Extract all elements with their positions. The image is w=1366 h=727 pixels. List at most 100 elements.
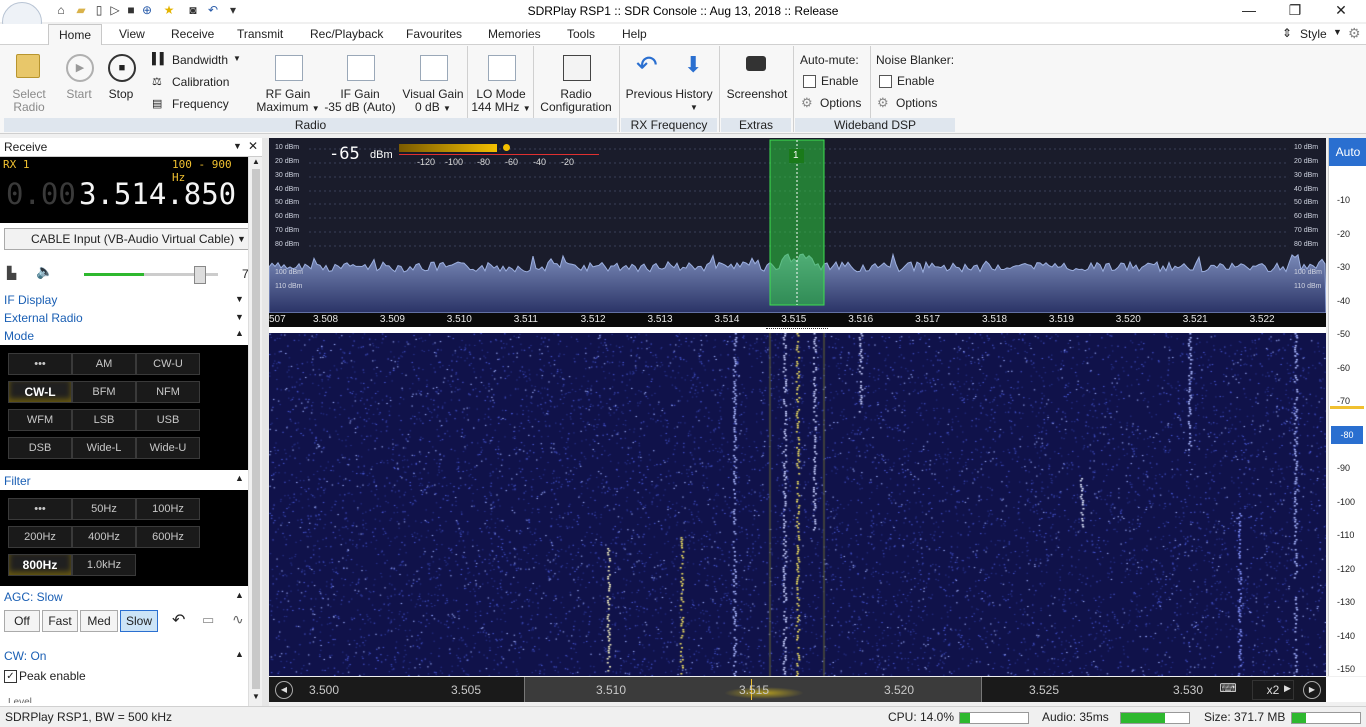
minimize-button[interactable]: — — [1234, 2, 1264, 18]
restore-button[interactable]: ❐ — [1280, 2, 1310, 19]
tab-favourites[interactable]: Favourites — [406, 27, 462, 41]
filter-100hz-button[interactable]: 100Hz — [136, 498, 200, 520]
chevron-up-icon[interactable]: ▲ — [235, 328, 244, 338]
mode-cw-l-button[interactable]: CW-L — [8, 381, 72, 403]
previous-button[interactable]: ↶ Previous — [624, 50, 674, 102]
chevron-down-icon[interactable]: ▼ — [235, 294, 244, 304]
calibration-button[interactable]: ⚖ Calibration — [152, 75, 242, 91]
speaker-icon[interactable]: 🔈 — [36, 263, 53, 280]
mode-more-button[interactable]: ••• — [8, 353, 72, 375]
lo-mode-button[interactable]: LO Mode 144 MHz ▼ — [470, 52, 532, 114]
radio-configuration-button[interactable]: Radio Configuration — [536, 52, 616, 114]
stop-button[interactable]: ■ Stop — [104, 52, 138, 102]
auto-button[interactable]: Auto — [1329, 138, 1366, 166]
level-selected[interactable]: -80 — [1331, 426, 1363, 444]
panel-dropdown-icon[interactable]: ▼ — [233, 141, 242, 151]
cw-section[interactable]: CW: On — [0, 648, 248, 665]
mode-section[interactable]: Mode — [0, 328, 248, 345]
filter-800hz-button[interactable]: 800Hz — [8, 554, 72, 576]
mode-wide-l-button[interactable]: Wide-L — [72, 437, 136, 459]
frequency-display[interactable]: RX 1 100 - 900 Hz 0.00 3.514.850 — [0, 157, 248, 223]
scroll-down-icon[interactable]: ▼ — [252, 692, 260, 701]
style-arrows-icon[interactable]: ⇕ — [1282, 26, 1292, 40]
filter-1khz-button[interactable]: 1.0kHz — [72, 554, 136, 576]
equalizer-icon[interactable]: ▙ — [7, 266, 16, 280]
filter-200hz-button[interactable]: 200Hz — [8, 526, 72, 548]
scroll-right-icon[interactable]: ▶ — [1303, 681, 1321, 699]
mode-wfm-button[interactable]: WFM — [8, 409, 72, 431]
keyboard-icon[interactable]: ⌨ — [1217, 681, 1239, 697]
mode-usb-button[interactable]: USB — [136, 409, 200, 431]
tab-rec-playback[interactable]: Rec/Playback — [310, 27, 383, 41]
if-display-section[interactable]: IF Display — [0, 292, 248, 309]
chart-icon[interactable]: ∿ — [232, 611, 244, 628]
tab-home[interactable]: Home — [48, 24, 103, 47]
mode-bfm-button[interactable]: BFM — [72, 381, 136, 403]
undo-icon[interactable]: ↶ — [172, 610, 185, 630]
tab-memories[interactable]: Memories — [488, 27, 541, 41]
bandwidth-button[interactable]: ▌▌ Bandwidth ▼ — [152, 53, 242, 69]
tab-receive[interactable]: Receive — [171, 27, 214, 41]
mode-nfm-button[interactable]: NFM — [136, 381, 200, 403]
mode-dsb-button[interactable]: DSB — [8, 437, 72, 459]
visual-gain-button[interactable]: Visual Gain 0 dB ▼ — [400, 52, 466, 114]
audio-input-select[interactable]: CABLE Input (VB-Audio Virtual Cable) ▼ — [4, 228, 250, 250]
start-button[interactable]: ▶ Start — [62, 52, 96, 102]
frequency-button[interactable]: ▤ Frequency — [152, 97, 242, 113]
mode-cw-u-button[interactable]: CW-U — [136, 353, 200, 375]
external-radio-section[interactable]: External Radio — [0, 310, 248, 327]
screenshot-button[interactable]: Screenshot — [724, 52, 790, 102]
left-panel-scrollbar[interactable]: ▲ ▼ — [248, 157, 263, 706]
filter-section[interactable]: Filter — [0, 473, 248, 490]
frequency-axis[interactable]: 507 3.508 3.509 3.510 3.511 3.512 3.513 3.514 3.… — [269, 313, 1326, 327]
select-radio-button[interactable]: Select Radio — [8, 52, 50, 114]
scroll-up-icon[interactable]: ▲ — [252, 157, 260, 166]
agc-slow-button[interactable]: Slow — [120, 610, 158, 632]
if-gain-button[interactable]: IF Gain -35 dB (Auto) ▼ — [320, 52, 400, 126]
style-menu[interactable]: Style — [1300, 27, 1327, 41]
peak-enable-checkbox[interactable]: ✓ — [4, 670, 17, 683]
filter-50hz-button[interactable]: 50Hz — [72, 498, 136, 520]
scrollbar-thumb[interactable] — [252, 169, 260, 689]
tab-view[interactable]: View — [119, 27, 145, 41]
band-navigator[interactable]: ◀ 3.500 3.505 3.510 3.515 3.520 3.525 3.530 ⌨ … — [269, 677, 1326, 702]
tab-help[interactable]: Help — [622, 27, 647, 41]
close-button[interactable]: ✕ — [1326, 2, 1356, 19]
mode-lsb-button[interactable]: LSB — [72, 409, 136, 431]
agc-settings-icon[interactable]: ▭ — [202, 612, 214, 628]
waterfall-display[interactable] — [269, 333, 1326, 676]
filter-400hz-button[interactable]: 400Hz — [72, 526, 136, 548]
noise-blanker-options-button[interactable]: Options — [896, 96, 937, 110]
chevron-down-icon[interactable]: ▼ — [235, 312, 244, 322]
rf-gain-button[interactable]: RF Gain Maximum ▼ — [256, 52, 320, 114]
agc-fast-button[interactable]: Fast — [42, 610, 78, 632]
mode-wide-u-button[interactable]: Wide-U — [136, 437, 200, 459]
spectrum-display[interactable]: 1 10 dBm 10 dBm 20 dBm 20 dBm 30 dBm 30 dBm 40… — [269, 138, 1326, 313]
frequency-value: 3.514.850 — [79, 177, 237, 211]
tab-transmit[interactable]: Transmit — [237, 27, 283, 41]
zoom-next-icon[interactable]: ▶ — [1284, 683, 1291, 694]
chevron-up-icon[interactable]: ▲ — [235, 473, 244, 483]
volume-slider[interactable] — [84, 266, 218, 284]
filter-600hz-button[interactable]: 600Hz — [136, 526, 200, 548]
mode-am-button[interactable]: AM — [72, 353, 136, 375]
automute-options-button[interactable]: Options — [820, 96, 861, 110]
divider-grip[interactable] — [766, 328, 828, 331]
panel-close-icon[interactable]: ✕ — [248, 139, 258, 153]
tab-tools[interactable]: Tools — [567, 27, 595, 41]
panel-splitter[interactable] — [262, 138, 269, 706]
level-scale[interactable]: Auto -10 -20 -30 -40 -50 -60 -70 -90 -100 -110 -12… — [1328, 138, 1366, 676]
automute-enable-checkbox[interactable] — [803, 75, 816, 88]
agc-off-button[interactable]: Off — [4, 610, 40, 632]
history-button[interactable]: ⬇ History ▼ — [674, 52, 714, 114]
noise-blanker-enable-checkbox[interactable] — [879, 75, 892, 88]
filter-more-button[interactable]: ••• — [8, 498, 72, 520]
style-dropdown-icon[interactable]: ▼ — [1333, 27, 1342, 37]
agc-med-button[interactable]: Med — [80, 610, 118, 632]
volume-knob[interactable] — [194, 266, 207, 284]
chevron-up-icon[interactable]: ▲ — [235, 649, 244, 659]
scroll-left-icon[interactable]: ◀ — [275, 681, 293, 699]
settings-icon[interactable]: ⚙ — [1348, 25, 1361, 42]
chevron-up-icon[interactable]: ▲ — [235, 590, 244, 600]
agc-section[interactable]: AGC: Slow — [0, 589, 248, 606]
